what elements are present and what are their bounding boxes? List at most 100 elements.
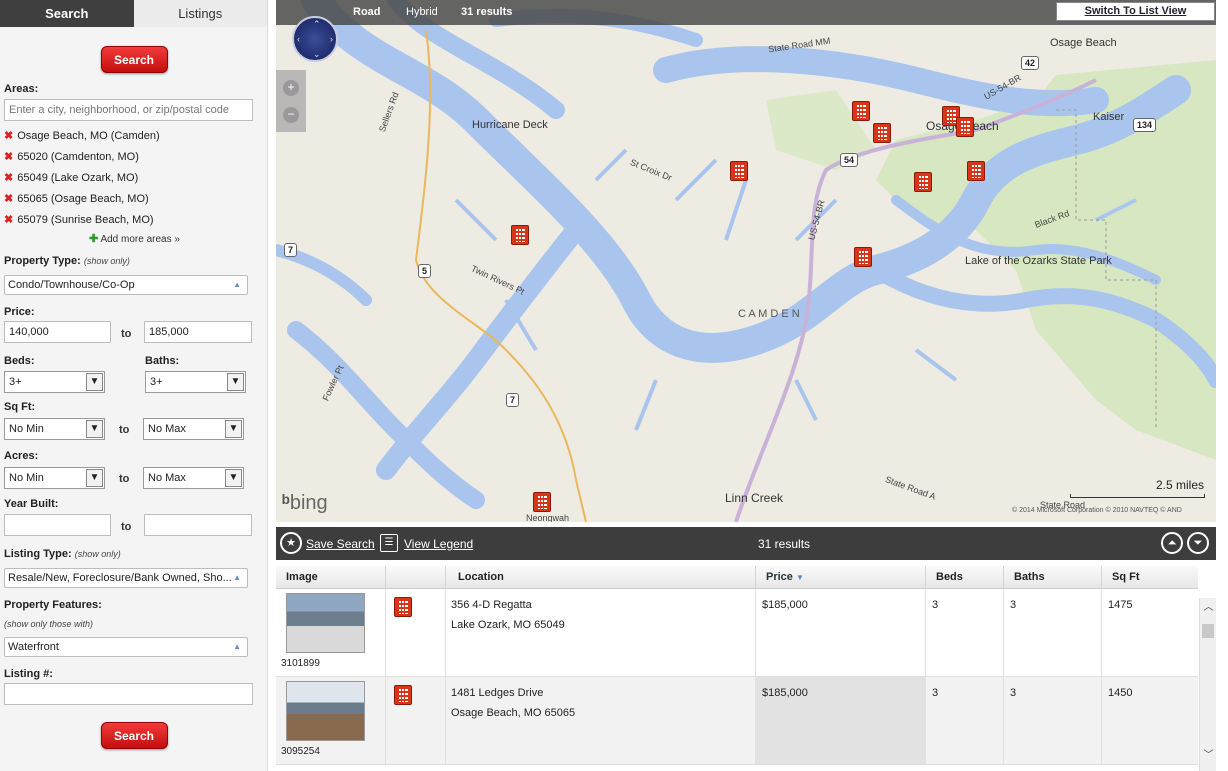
sqft-min-dropdown[interactable]: No Min ▼ [4,418,105,440]
listing-pin-icon[interactable] [956,117,974,137]
remove-icon[interactable]: ✖ [4,151,13,163]
acres-max-dropdown[interactable]: No Max ▼ [143,467,244,489]
listing-pin-icon[interactable] [873,123,891,143]
price-cell: $185,000 [756,589,926,676]
search-button-bottom[interactable]: Search [100,722,168,749]
map-results-count: 31 results [461,6,513,18]
acres-min-dropdown[interactable]: No Min ▼ [4,467,105,489]
updown-arrow-icon: ▲ [233,642,241,651]
listing-pin-icon[interactable] [730,161,748,181]
baths-cell: 3 [1004,677,1102,764]
route-shield: 134 [1133,118,1157,132]
price-max-input[interactable] [144,321,252,343]
beds-dropdown[interactable]: 3+ ▼ [4,371,105,393]
listing-number-label: Listing #: [4,668,53,680]
scroll-down-icon[interactable]: ﹀ [1200,748,1217,764]
beds-label: Beds: [4,355,35,367]
listing-pin-icon[interactable] [967,161,985,181]
remove-icon[interactable]: ✖ [4,214,13,226]
zoom-in-icon[interactable]: + [283,80,299,96]
listing-id: 3101899 [281,658,320,669]
price-min-input[interactable] [4,321,111,343]
chevron-up-icon[interactable]: ⌃ [313,19,321,30]
sqft-max-dropdown[interactable]: No Max ▼ [143,418,244,440]
map-mode-hybrid[interactable]: Hybrid [406,6,438,18]
map-mode-road[interactable]: Road [353,6,381,18]
list-icon[interactable]: ☰ [380,534,398,552]
column-header-price[interactable]: Price ▼ [756,566,926,588]
collapse-up-icon[interactable]: ⏶ [1161,532,1183,554]
chevron-left-icon[interactable]: ‹ [297,34,300,44]
price-to-label: to [121,328,132,340]
sidebar-tabs: Search Listings [0,0,267,27]
search-button-top[interactable]: Search [100,46,168,73]
listing-photo[interactable] [286,593,365,653]
column-header-sqft[interactable]: Sq Ft [1102,566,1198,588]
plus-icon: ✚ [89,233,99,245]
sqft-to-label: to [119,424,130,436]
add-more-areas-link[interactable]: ✚ Add more areas » [89,232,180,245]
area-item: ✖ 65079 (Sunrise Beach, MO) [4,214,154,226]
map-label: Kaiser [1093,111,1125,123]
table-row[interactable]: 3095254 1481 Ledges Drive Osage Beach, M… [276,677,1198,765]
property-features-sub: (show only those with) [4,619,94,629]
year-min-input[interactable] [4,514,111,536]
property-features-select[interactable]: Waterfront ▲ [4,637,248,657]
area-item: ✖ 65049 (Lake Ozark, MO) [4,172,139,184]
listing-photo[interactable] [286,681,365,741]
location-cell: 1481 Ledges Drive Osage Beach, MO 65065 [446,677,756,764]
view-legend-link[interactable]: View Legend [404,537,473,551]
property-type-select[interactable]: Condo/Townhouse/Co-Op ▲ [4,275,248,295]
scrollbar-thumb[interactable] [1202,624,1214,638]
listing-pin-icon[interactable] [511,225,529,245]
listing-address[interactable]: 356 4-D Regatta [451,599,755,611]
star-icon[interactable]: ★ [280,532,302,554]
column-header-baths[interactable]: Baths [1004,566,1102,588]
remove-icon[interactable]: ✖ [4,172,13,184]
expand-down-icon[interactable]: ⏷ [1187,532,1209,554]
chevron-down-icon[interactable]: ⌄ [313,49,321,60]
map-copyright: © 2014 Microsoft Corporation © 2010 NAVT… [1012,507,1182,514]
map-pan-control[interactable]: ⌃ ⌄ ‹ › [292,16,338,62]
tab-listings[interactable]: Listings [133,0,267,27]
listing-pin-icon[interactable] [914,172,932,192]
chevron-down-icon: ▼ [86,420,103,438]
table-scrollbar[interactable]: ︿ ﹀ [1199,598,1216,771]
listing-pin-icon[interactable] [533,492,551,512]
tab-search[interactable]: Search [0,0,134,27]
scroll-up-icon[interactable]: ︿ [1200,600,1217,616]
column-header-image: Image [276,566,386,588]
map-label: Lake of the Ozarks State Park [965,255,1112,267]
route-shield: 42 [1021,56,1040,70]
listing-building-icon [394,685,412,705]
column-header-location[interactable]: Location [446,566,756,588]
areas-label: Areas: [4,83,39,95]
listing-image-cell: 3101899 [276,589,386,676]
results-count: 31 results [758,537,811,551]
remove-icon[interactable]: ✖ [4,193,13,205]
year-max-input[interactable] [144,514,252,536]
baths-dropdown[interactable]: 3+ ▼ [145,371,246,393]
switch-to-list-view-button[interactable]: Switch To List View [1056,2,1215,21]
beds-cell: 3 [926,677,1004,764]
listing-pin-icon[interactable] [854,247,872,267]
listing-building-icon [394,597,412,617]
table-row[interactable]: 3101899 356 4-D Regatta Lake Ozark, MO 6… [276,589,1198,677]
results-bar: ★ Save Search ☰ View Legend 31 results ⏶… [276,527,1216,560]
remove-icon[interactable]: ✖ [4,130,13,142]
area-search-input[interactable] [4,99,253,121]
chevron-right-icon[interactable]: › [330,34,333,44]
price-cell: $185,000 [756,677,926,764]
price-label: Price: [4,306,35,318]
save-search-link[interactable]: Save Search [306,537,375,551]
listing-type-select[interactable]: Resale/New, Foreclosure/Bank Owned, Sho.… [4,568,248,588]
column-header-beds[interactable]: Beds [926,566,1004,588]
listing-pin-icon[interactable] [852,101,870,121]
listing-number-input[interactable] [4,683,253,705]
location-cell: 356 4-D Regatta Lake Ozark, MO 65049 [446,589,756,676]
property-features-label: Property Features: [4,599,102,611]
listing-address[interactable]: 1481 Ledges Drive [451,687,755,699]
zoom-out-icon[interactable]: − [283,107,299,123]
updown-arrow-icon: ▲ [233,280,241,289]
map-view[interactable]: Road Hybrid 31 results Switch To List Vi… [276,0,1216,522]
